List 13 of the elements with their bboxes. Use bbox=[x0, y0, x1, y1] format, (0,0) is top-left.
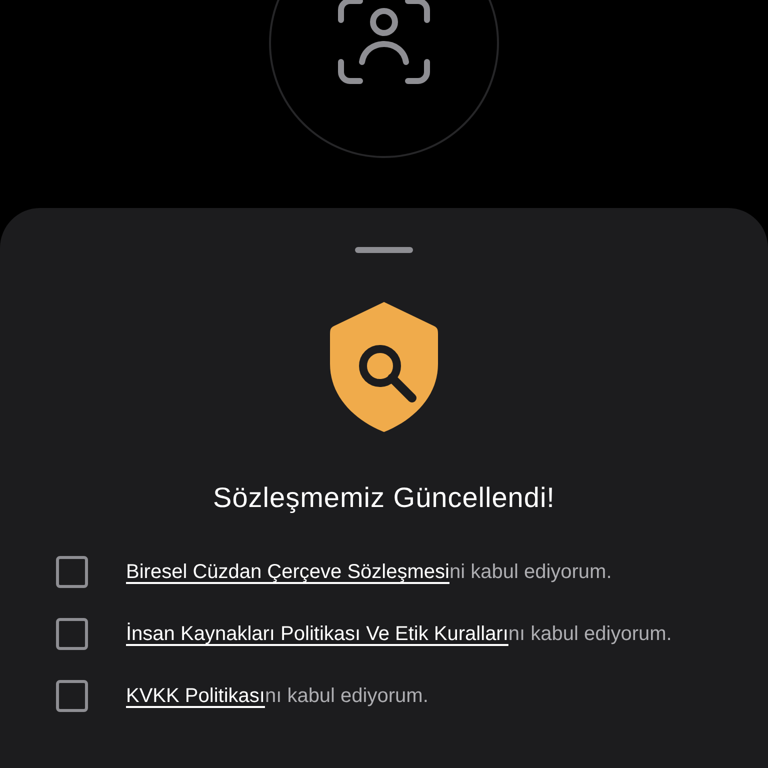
sheet-title: Sözleşmemiz Güncellendi! bbox=[213, 482, 555, 514]
consent-text: İnsan Kaynakları Politikası Ve Etik Kurallarını kabul ediyorum. bbox=[126, 622, 672, 647]
face-id-icon bbox=[338, 0, 430, 84]
checkbox[interactable] bbox=[56, 556, 88, 588]
agreement-link[interactable]: Biresel Cüzdan Çerçeve Sözleşmesi bbox=[126, 561, 450, 583]
shield-search-icon bbox=[330, 302, 438, 432]
agreement-link[interactable]: İnsan Kaynakları Politikası Ve Etik Kuralları bbox=[126, 623, 508, 645]
checkbox[interactable] bbox=[56, 618, 88, 650]
drag-handle[interactable] bbox=[355, 247, 413, 253]
agreement-link[interactable]: KVKK Politikası bbox=[126, 685, 265, 707]
consent-text: Biresel Cüzdan Çerçeve Sözleşmesini kabul ediyorum. bbox=[126, 560, 612, 585]
checkbox[interactable] bbox=[56, 680, 88, 712]
consent-text: KVKK Politikasını kabul ediyorum. bbox=[126, 684, 428, 709]
